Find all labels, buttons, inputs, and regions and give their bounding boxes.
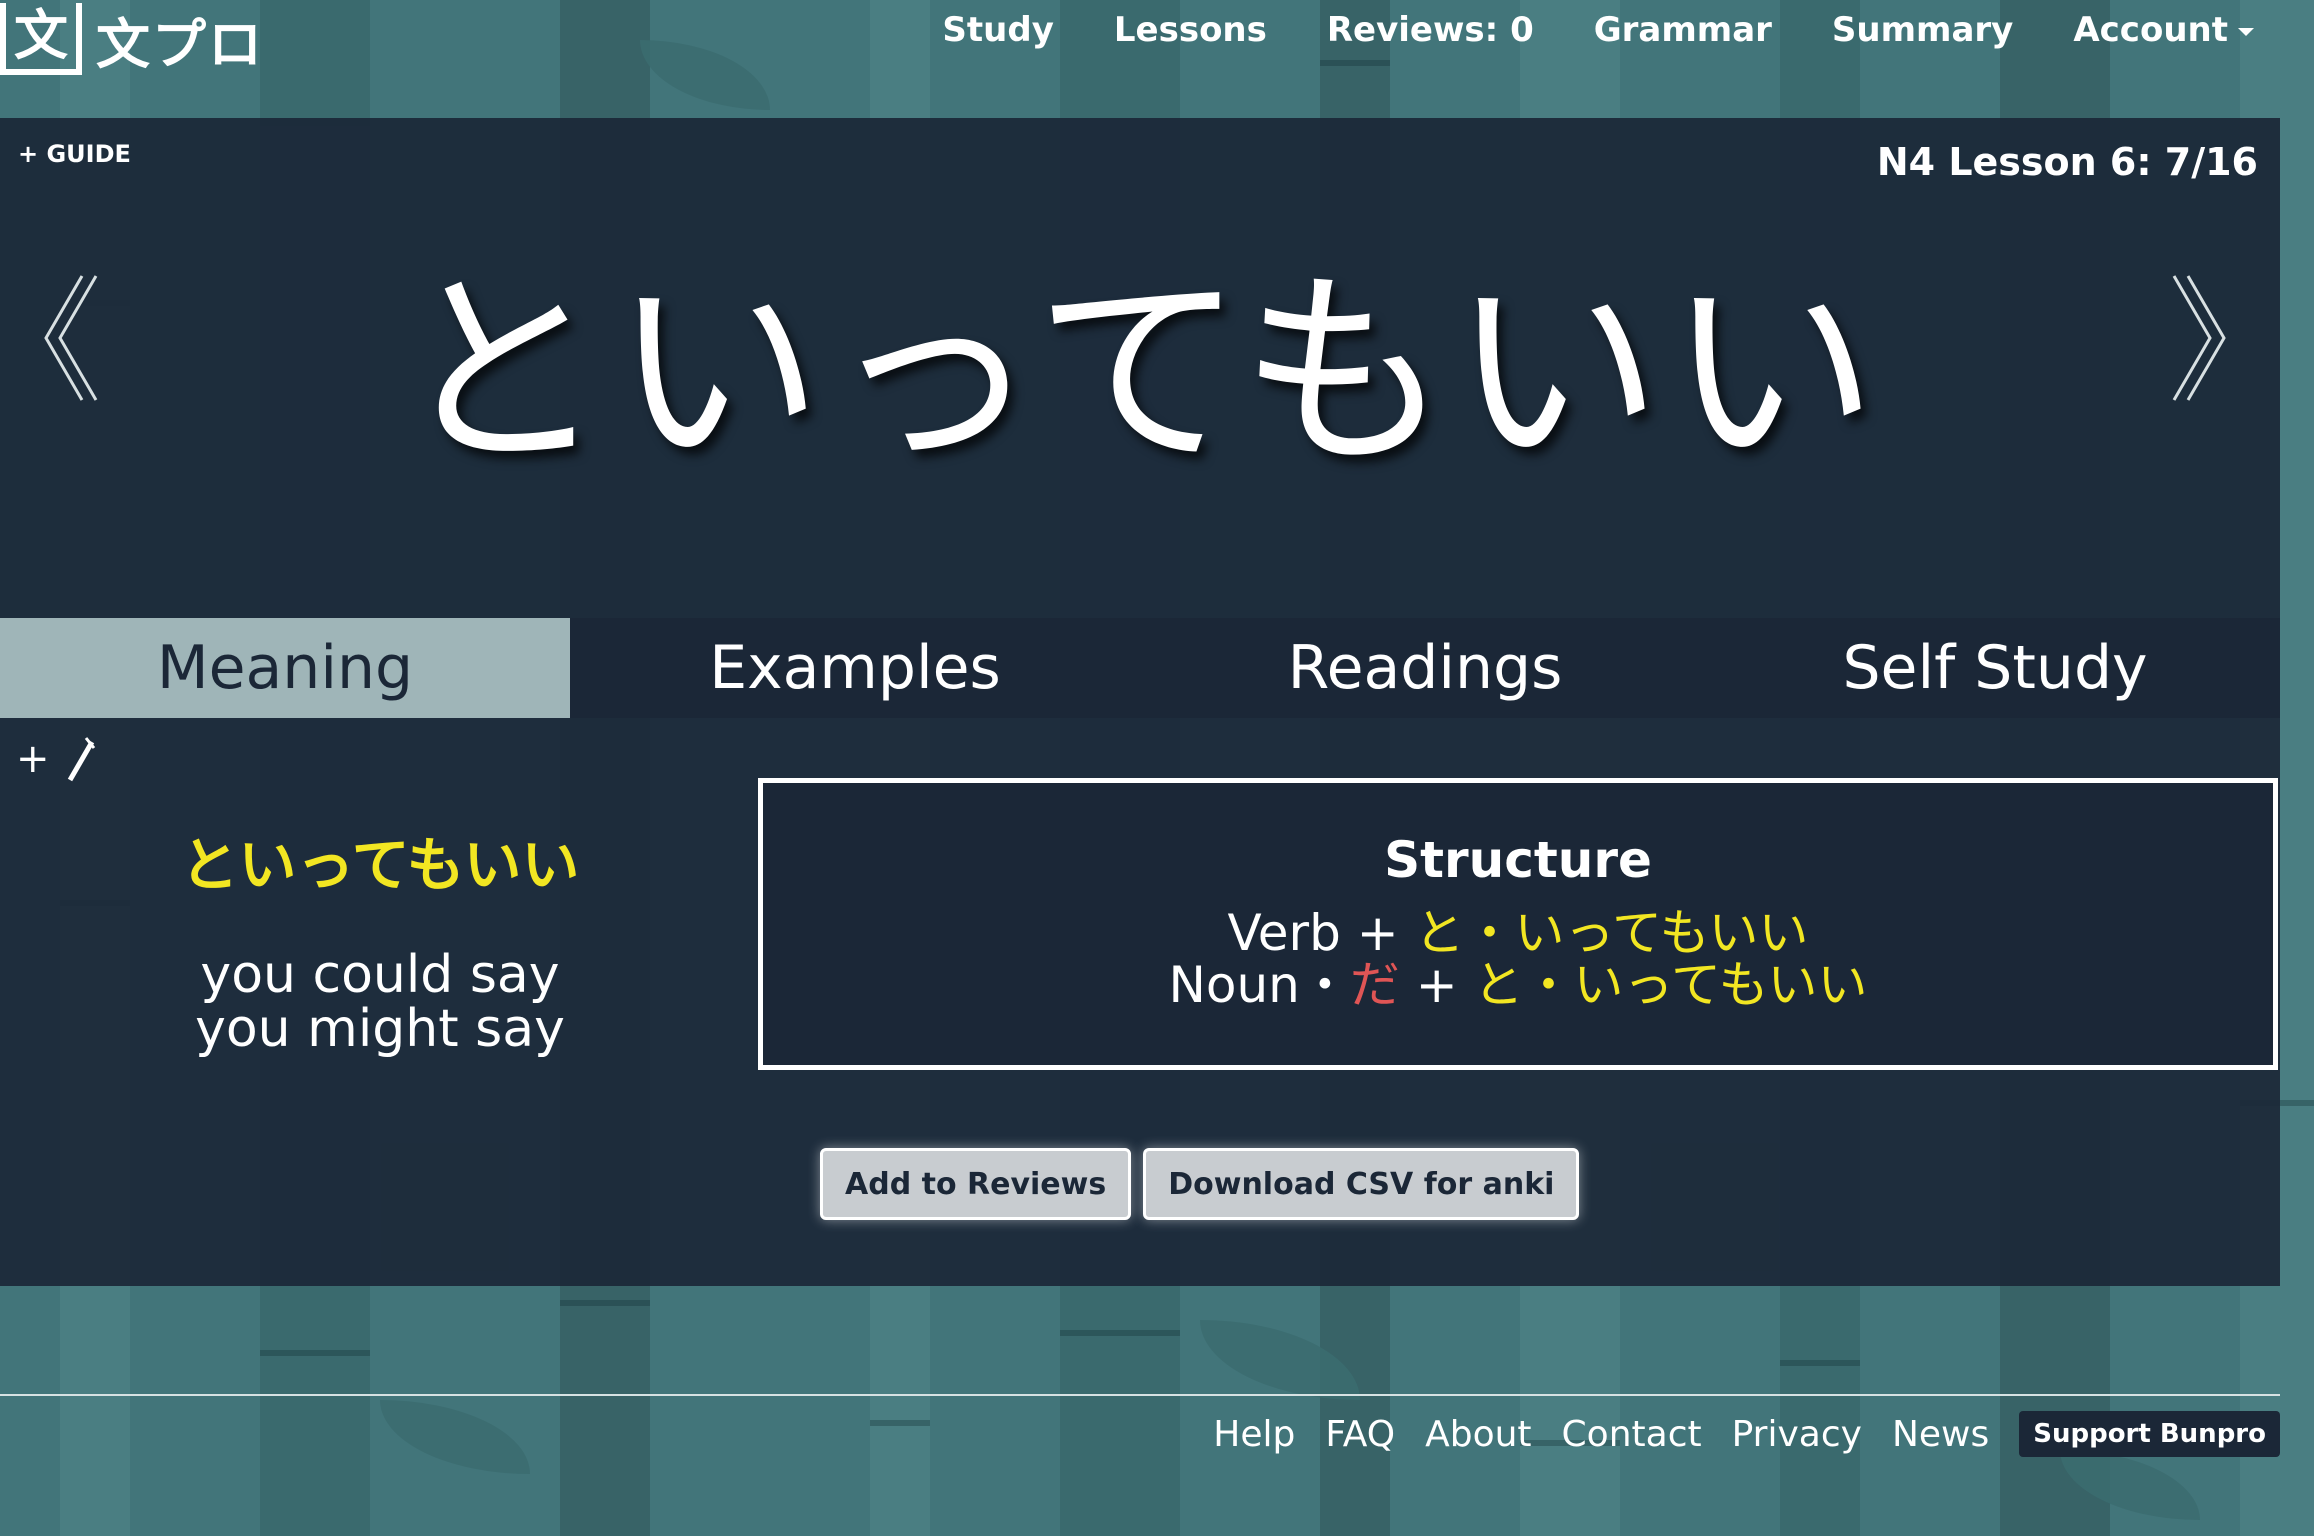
footer-divider <box>0 1394 2280 1396</box>
tab-readings[interactable]: Readings <box>1140 618 1710 718</box>
grammar-point-title: といってもいい <box>396 250 1884 495</box>
action-buttons: Add to Reviews Download CSV for anki <box>820 1148 1580 1220</box>
footer-about[interactable]: About <box>1425 1414 1531 1455</box>
bunpro-logo[interactable]: 文 文プロ <box>0 0 264 78</box>
footer-faq[interactable]: FAQ <box>1325 1414 1395 1455</box>
nav-lessons[interactable]: Lessons <box>1114 10 1267 50</box>
footer-news[interactable]: News <box>1892 1414 1989 1455</box>
structure-line-verb: Verb + と・いってもいい <box>763 907 2273 959</box>
meaning-japanese: といってもいい <box>180 831 580 899</box>
structure-plus: + <box>1399 956 1474 1014</box>
tab-meaning[interactable]: Meaning <box>0 618 570 718</box>
plus-label: + <box>16 736 50 782</box>
nav-reviews[interactable]: Reviews: 0 <box>1327 10 1534 50</box>
nav-links: Study Lessons Reviews: 0 Grammar Summary… <box>942 0 2254 60</box>
download-csv-button[interactable]: Download CSV for anki <box>1143 1148 1580 1220</box>
structure-noun-pattern: と・いってもいい <box>1473 956 1868 1014</box>
structure-verb-pattern: と・いってもいい <box>1414 904 1809 962</box>
tab-self-study[interactable]: Self Study <box>1710 618 2280 718</box>
support-bunpro-button[interactable]: Support Bunpro <box>2019 1411 2280 1457</box>
footer-help[interactable]: Help <box>1213 1414 1295 1455</box>
structure-da: だ <box>1349 956 1400 1014</box>
nav-summary[interactable]: Summary <box>1832 10 2013 50</box>
meaning-english-2: you might say <box>195 999 565 1059</box>
pen-icon <box>68 737 96 782</box>
nav-grammar[interactable]: Grammar <box>1594 10 1772 50</box>
add-note-button[interactable]: + <box>16 736 102 786</box>
footer-contact[interactable]: Contact <box>1562 1414 1702 1455</box>
add-to-reviews-button[interactable]: Add to Reviews <box>820 1148 1132 1220</box>
content-tabs: Meaning Examples Readings Self Study <box>0 618 2280 718</box>
footer-privacy[interactable]: Privacy <box>1732 1414 1862 1455</box>
nav-account[interactable]: Account <box>2073 10 2254 50</box>
nav-study[interactable]: Study <box>942 10 1053 50</box>
meaning-english: you could say you might say <box>0 948 760 1056</box>
structure-box: Structure Verb + と・いってもいい Noun・だ + と・いって… <box>758 778 2278 1070</box>
lesson-progress: N4 Lesson 6: 7/16 <box>1876 140 2258 184</box>
tab-examples[interactable]: Examples <box>570 618 1140 718</box>
grammar-hero: + GUIDE N4 Lesson 6: 7/16 といってもいい <box>0 118 2280 618</box>
structure-line-noun: Noun・だ + と・いってもいい <box>763 959 2273 1011</box>
meaning-english-1: you could say <box>200 945 560 1005</box>
guide-toggle[interactable]: + GUIDE <box>18 140 131 168</box>
footer: Help FAQ About Contact Privacy News Supp… <box>1213 1404 2280 1464</box>
nav-account-label: Account <box>2073 10 2228 50</box>
top-nav: 文 文プロ Study Lessons Reviews: 0 Grammar S… <box>0 0 2314 118</box>
structure-title: Structure <box>1384 831 1652 889</box>
grammar-panel: + GUIDE N4 Lesson 6: 7/16 といってもいい Meanin… <box>0 118 2280 1286</box>
logo-mark: 文 <box>0 3 82 75</box>
structure-verb-prefix: Verb + <box>1227 904 1415 962</box>
logo-text: 文プロ <box>96 12 264 76</box>
structure-noun-prefix: Noun・ <box>1168 956 1350 1014</box>
caret-down-icon <box>2238 27 2254 36</box>
